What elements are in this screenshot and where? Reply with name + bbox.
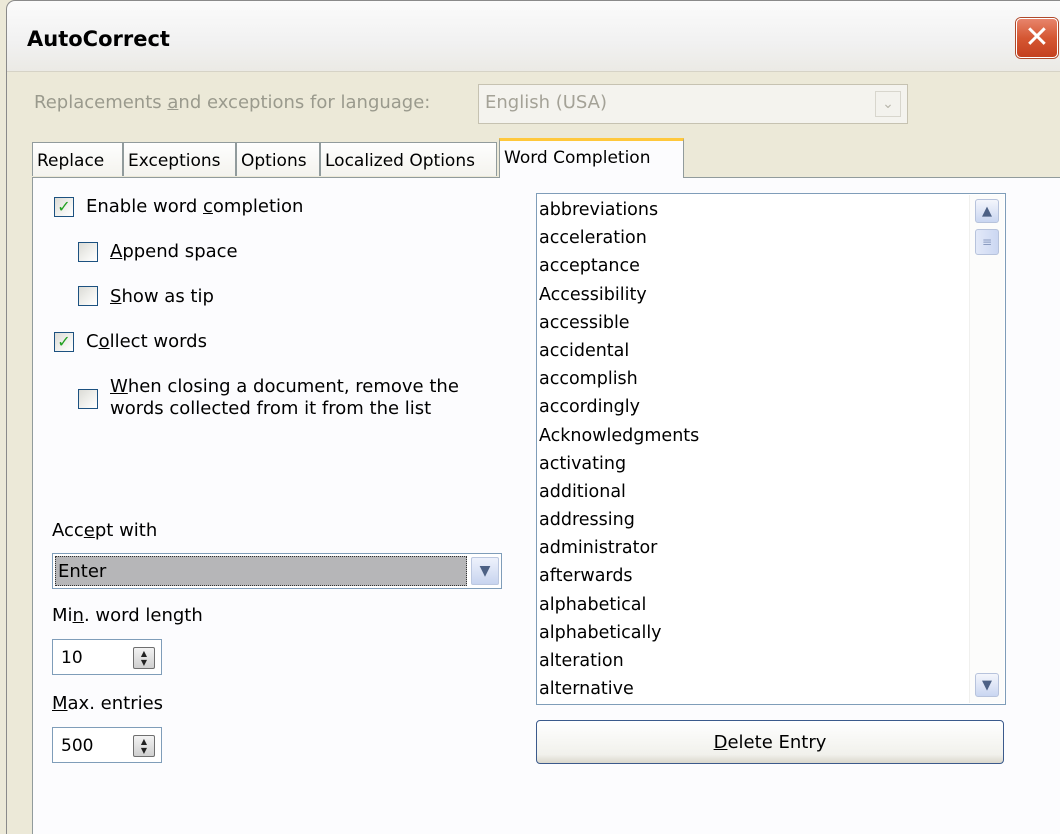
list-item[interactable]: addressing (539, 506, 971, 534)
tab-localized-options[interactable]: Localized Options (320, 142, 497, 176)
list-item[interactable]: abbreviations (539, 196, 971, 224)
scroll-up-button[interactable]: ▲ (975, 199, 999, 223)
append-space-label: Append space (110, 241, 238, 262)
accept-with-value: Enter (55, 556, 467, 586)
list-item[interactable]: alteration (539, 647, 971, 675)
show-as-tip-label: Show as tip (110, 286, 214, 307)
max-entries-stepper[interactable]: 500 ▲ ▼ (52, 727, 162, 763)
language-select[interactable]: English (USA) ⌄ (478, 84, 908, 124)
list-item[interactable]: accordingly (539, 393, 971, 421)
delete-entry-button[interactable]: Delete Entry (536, 720, 1004, 764)
append-space-checkbox[interactable] (78, 242, 98, 262)
scroll-thumb[interactable]: ≡ (975, 229, 999, 255)
chevron-down-icon[interactable]: ▼ (471, 557, 499, 585)
list-item[interactable]: alternative (539, 675, 971, 703)
collect-words-checkbox[interactable]: ✓ (54, 332, 74, 352)
show-as-tip-checkbox[interactable] (78, 286, 98, 306)
close-icon: ✕ (1024, 20, 1050, 55)
tab-word-completion[interactable]: Word Completion (499, 138, 684, 178)
list-item[interactable]: afterwards (539, 562, 971, 590)
list-item[interactable]: activating (539, 450, 971, 478)
title-bar: AutoCorrect (6, 0, 1060, 72)
tab-exceptions[interactable]: Exceptions (123, 142, 236, 176)
collect-words-label: Collect words (86, 331, 207, 352)
list-item[interactable]: accessible (539, 309, 971, 337)
list-item[interactable]: acceptance (539, 252, 971, 280)
list-item[interactable]: Accessibility (539, 281, 971, 309)
min-word-length-value: 10 (61, 648, 83, 668)
min-word-length-label: Min. word length (52, 605, 203, 626)
accept-with-label: Accept with (52, 520, 158, 541)
list-item[interactable]: administrator (539, 534, 971, 562)
chevron-up-icon: ▲ (982, 203, 992, 219)
close-button[interactable]: ✕ (1016, 18, 1058, 58)
list-item[interactable]: alphabetical (539, 591, 971, 619)
check-icon: ✓ (57, 332, 71, 351)
language-value: English (USA) (485, 92, 608, 113)
list-item[interactable]: accidental (539, 337, 971, 365)
enable-word-completion-checkbox[interactable]: ✓ (54, 197, 74, 217)
autocorrect-dialog: AutoCorrect ✕ Replacements and exception… (0, 0, 1060, 834)
list-item[interactable]: acceleration (539, 224, 971, 252)
max-entries-label: Max. entries (52, 693, 164, 714)
tab-options[interactable]: Options (236, 142, 320, 176)
remove-collected-words-label: When closing a document, remove the words… (110, 376, 459, 419)
language-label: Replacements and exceptions for language… (34, 92, 431, 113)
accept-with-select[interactable]: Enter ▼ (52, 553, 502, 589)
scroll-down-button[interactable]: ▼ (975, 673, 999, 697)
vertical-scrollbar[interactable]: ▲ ≡ ▼ (969, 195, 1004, 703)
collected-words-list[interactable]: abbreviations acceleration acceptance Acces… (536, 193, 1006, 705)
max-entries-value: 500 (61, 736, 94, 756)
spin-buttons-icon[interactable]: ▲ ▼ (133, 647, 155, 669)
list-item[interactable]: alphabetically (539, 619, 971, 647)
window-border (6, 70, 7, 834)
tab-strip: Replace Exceptions Options Localized Opt… (32, 138, 692, 178)
remove-collected-words-checkbox[interactable] (78, 389, 98, 409)
min-word-length-stepper[interactable]: 10 ▲ ▼ (52, 639, 162, 675)
spin-buttons-icon[interactable]: ▲ ▼ (133, 735, 155, 757)
check-icon: ✓ (57, 197, 71, 216)
word-list-items: abbreviations acceleration acceptance Acces… (539, 196, 971, 703)
tab-replace[interactable]: Replace (32, 142, 123, 176)
list-item[interactable]: Acknowledgments (539, 422, 971, 450)
list-item[interactable]: accomplish (539, 365, 971, 393)
chevron-down-icon: ▼ (982, 677, 992, 693)
enable-word-completion-label: Enable word completion (86, 196, 304, 217)
grip-icon: ≡ (981, 235, 993, 249)
window-title: AutoCorrect (27, 27, 170, 51)
chevron-down-icon: ⌄ (875, 91, 901, 117)
list-item[interactable]: additional (539, 478, 971, 506)
